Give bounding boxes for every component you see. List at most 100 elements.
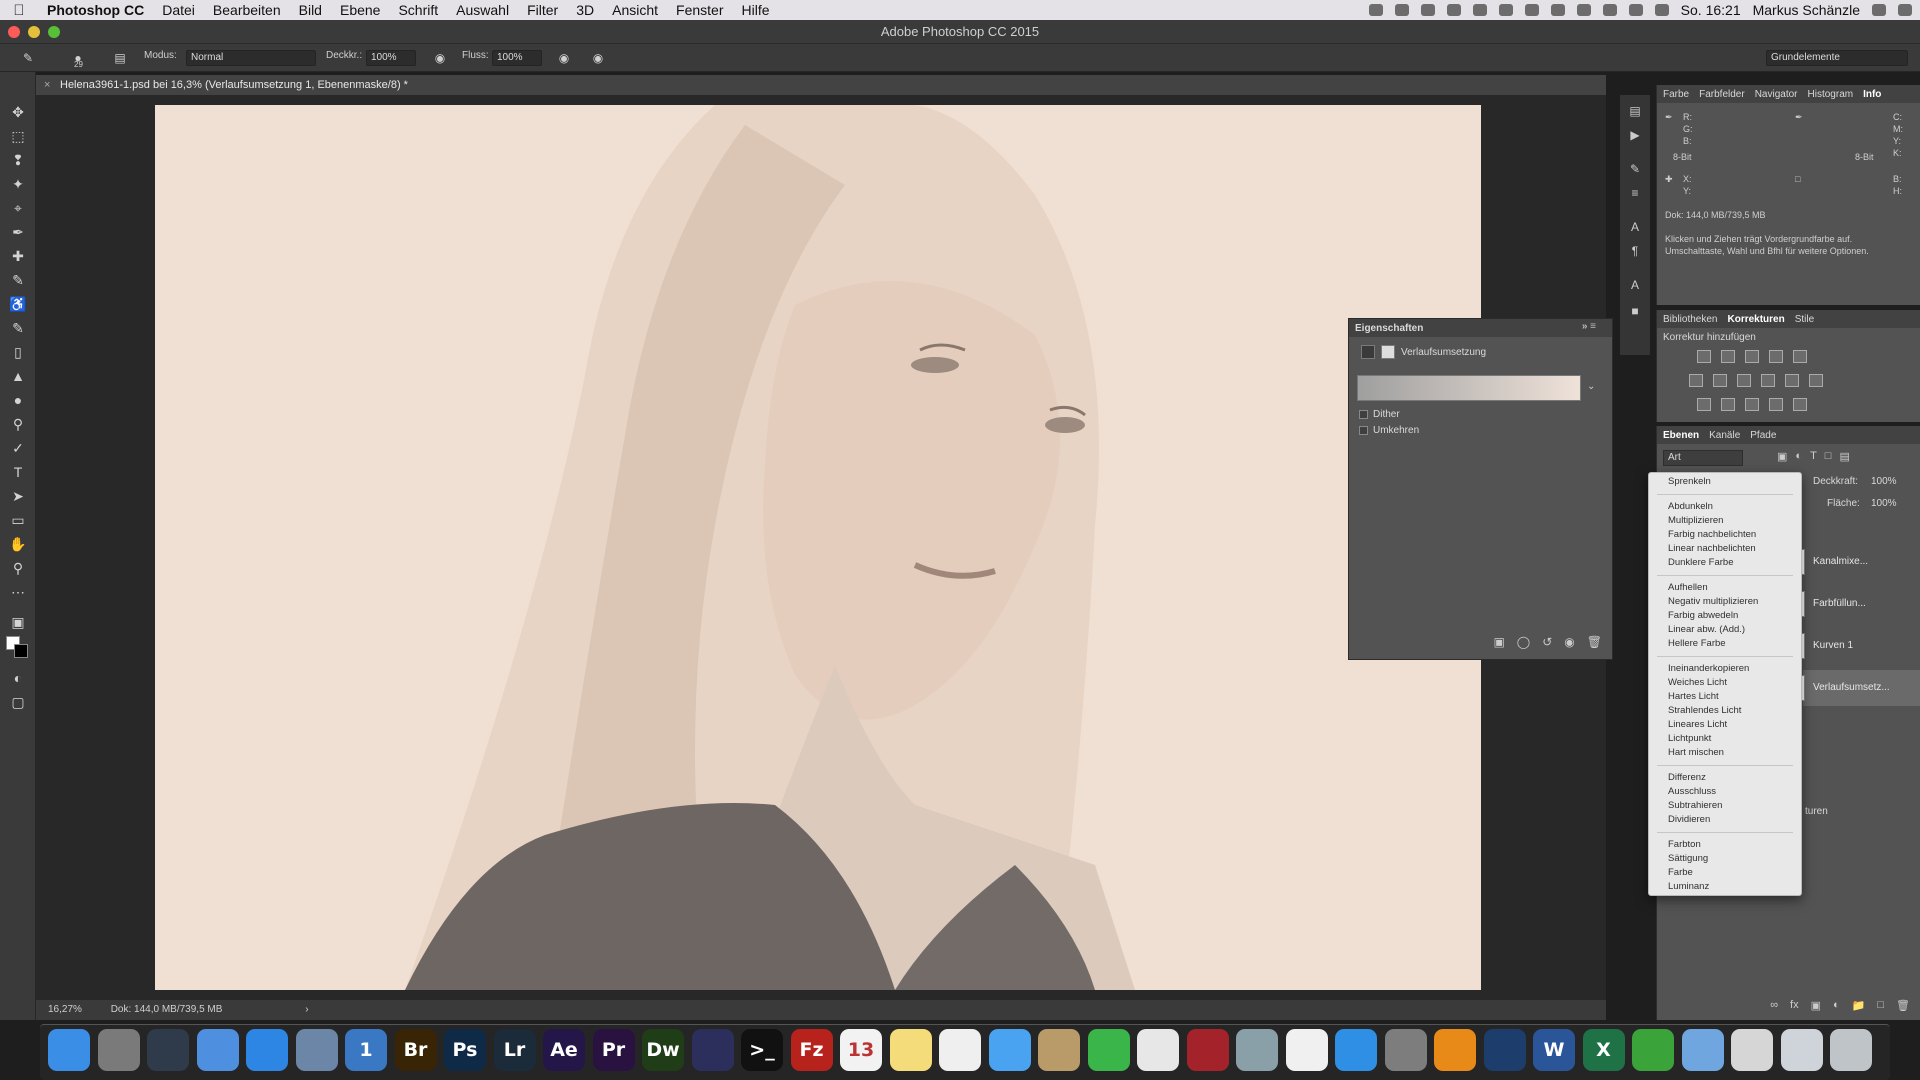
reset-icon[interactable]: ↺ bbox=[1542, 635, 1552, 649]
eraser-tool-icon[interactable]: ▯ bbox=[8, 342, 28, 362]
path-selection-tool-icon[interactable]: ➤ bbox=[8, 486, 28, 506]
vibrance-icon[interactable] bbox=[1793, 350, 1807, 363]
color-lookup-icon[interactable] bbox=[1809, 374, 1823, 387]
filter-type-icon[interactable]: T bbox=[1810, 450, 1817, 463]
excel-dock-icon[interactable]: X bbox=[1582, 1029, 1625, 1071]
time-machine-icon[interactable] bbox=[1576, 4, 1591, 16]
crop-tool-icon[interactable]: ⌖ bbox=[8, 198, 28, 218]
menu-fenster[interactable]: Fenster bbox=[667, 2, 732, 18]
collapse-panel-icon[interactable]: » ≡ bbox=[1582, 321, 1596, 332]
finder-dock-icon[interactable] bbox=[48, 1029, 90, 1071]
tab-pfade[interactable]: Pfade bbox=[1750, 430, 1776, 441]
filter-adjustment-icon[interactable]: ◐ bbox=[1795, 450, 1802, 463]
1password-dock-icon[interactable]: 1 bbox=[345, 1029, 387, 1071]
workspace-select[interactable]: Grundelemente bbox=[1766, 50, 1908, 66]
blend-mode-option[interactable]: Dunklere Farbe bbox=[1649, 556, 1801, 570]
status-menu-arrow-icon[interactable]: › bbox=[305, 1004, 308, 1015]
pressure-size-icon[interactable]: ◉ bbox=[590, 50, 606, 66]
imovie-dock-icon[interactable] bbox=[691, 1029, 734, 1071]
files-dock-icon[interactable] bbox=[196, 1029, 239, 1071]
itunes-dock-icon[interactable] bbox=[1285, 1029, 1328, 1071]
tab-histogram[interactable]: Histogram bbox=[1808, 89, 1854, 100]
applications-folder-dock-icon[interactable] bbox=[1681, 1029, 1724, 1071]
mission-control-dock-icon[interactable] bbox=[147, 1029, 189, 1071]
eyedropper-cmyk-icon[interactable]: ✒ bbox=[1795, 111, 1803, 123]
photo-booth-dock-icon[interactable] bbox=[1186, 1029, 1229, 1071]
blend-mode-option[interactable]: Sättigung bbox=[1649, 852, 1801, 866]
blend-mode-option[interactable]: Abdunkeln bbox=[1649, 500, 1801, 514]
drive-icon[interactable] bbox=[1420, 4, 1435, 16]
dither-checkbox[interactable] bbox=[1359, 410, 1368, 419]
tab-korrekturen[interactable]: Korrekturen bbox=[1727, 314, 1784, 325]
layer-opacity-field[interactable]: 100% bbox=[1871, 476, 1897, 487]
tab-kanaele[interactable]: Kanäle bbox=[1709, 430, 1740, 441]
vlc-dock-icon[interactable] bbox=[1434, 1029, 1476, 1071]
default-colors-icon[interactable]: ▣ bbox=[8, 612, 28, 632]
gradient-preview[interactable] bbox=[1357, 375, 1581, 401]
wifi-icon[interactable] bbox=[1628, 4, 1643, 16]
layer-mask-icon[interactable] bbox=[1381, 345, 1395, 359]
quick-selection-tool-icon[interactable]: ✦ bbox=[8, 174, 28, 194]
tab-stile[interactable]: Stile bbox=[1795, 314, 1814, 325]
exposure-icon[interactable] bbox=[1769, 350, 1783, 363]
menubar-clock[interactable]: So. 16:21 bbox=[1681, 2, 1741, 18]
photoshop-dock-icon[interactable]: Ps bbox=[444, 1029, 486, 1071]
eyedropper-tool-icon[interactable]: ✒ bbox=[8, 222, 28, 242]
marquee-tool-icon[interactable]: ⬚ bbox=[8, 126, 28, 146]
dropbox-icon[interactable] bbox=[1394, 4, 1409, 16]
pen-tool-icon[interactable]: ✓ bbox=[8, 438, 28, 458]
trash-dock-icon[interactable] bbox=[1830, 1029, 1872, 1071]
blend-mode-option[interactable]: Lineares Licht bbox=[1649, 718, 1801, 732]
new-adjustment-icon[interactable]: ◐ bbox=[1833, 999, 1840, 1012]
blend-mode-option[interactable]: Linear nachbelichten bbox=[1649, 542, 1801, 556]
spotlight-icon[interactable] bbox=[1872, 4, 1886, 16]
move-tool-icon[interactable]: ✥ bbox=[8, 102, 28, 122]
rectangle-tool-icon[interactable]: ▭ bbox=[8, 510, 28, 530]
premiere-dock-icon[interactable]: Pr bbox=[592, 1029, 635, 1071]
reminders-dock-icon[interactable] bbox=[939, 1029, 981, 1071]
brush-tool-icon[interactable]: ✎ bbox=[8, 270, 28, 290]
blend-mode-option[interactable]: Negativ multiplizieren bbox=[1649, 595, 1801, 609]
hand-tool-icon[interactable]: ✋ bbox=[8, 534, 28, 554]
history-panel-icon[interactable]: ▤ bbox=[1627, 103, 1643, 119]
pressure-opacity-icon[interactable]: ◉ bbox=[432, 50, 448, 66]
quicktime-dock-icon[interactable] bbox=[1483, 1029, 1526, 1071]
after-effects-dock-icon[interactable]: Ae bbox=[543, 1029, 585, 1071]
app-store-dock-icon[interactable] bbox=[1335, 1029, 1377, 1071]
blend-mode-dropdown[interactable]: Sprenkeln Abdunkeln Multiplizieren Farbig n… bbox=[1648, 472, 1802, 896]
type-tool-icon[interactable]: T bbox=[8, 462, 28, 482]
menu-filter[interactable]: Filter bbox=[518, 2, 567, 18]
tab-navigator[interactable]: Navigator bbox=[1755, 89, 1798, 100]
menu-app-name[interactable]: Photoshop CC bbox=[38, 2, 153, 18]
blend-mode-option[interactable]: Multiplizieren bbox=[1649, 514, 1801, 528]
menu-schrift[interactable]: Schrift bbox=[389, 2, 447, 18]
color-balance-icon[interactable] bbox=[1713, 374, 1727, 387]
menubar-user[interactable]: Markus Schänzle bbox=[1753, 2, 1860, 18]
blend-mode-option[interactable]: Ineinanderkopieren bbox=[1649, 662, 1801, 676]
display-icon[interactable] bbox=[1524, 4, 1539, 16]
layer-row[interactable]: Kanalmixe... bbox=[1779, 544, 1920, 580]
dreamweaver-dock-icon[interactable]: Dw bbox=[642, 1029, 684, 1071]
filter-shape-icon[interactable]: □ bbox=[1825, 450, 1832, 463]
actions-panel-icon[interactable]: ▶ bbox=[1627, 127, 1643, 143]
flow-field[interactable]: 100% bbox=[492, 50, 542, 66]
apple-menu-icon[interactable]:  bbox=[0, 2, 38, 19]
blend-mode-option[interactable]: Strahlendes Licht bbox=[1649, 704, 1801, 718]
paint-bucket-tool-icon[interactable]: ▲ bbox=[8, 366, 28, 386]
blend-mode-option[interactable]: Ausschluss bbox=[1649, 785, 1801, 799]
evernote-dock-icon[interactable] bbox=[1632, 1029, 1674, 1071]
tab-farbe[interactable]: Farbe bbox=[1663, 89, 1689, 100]
filezilla-dock-icon[interactable]: Fz bbox=[790, 1029, 833, 1071]
contacts-dock-icon[interactable] bbox=[1038, 1029, 1080, 1071]
facetime-dock-icon[interactable] bbox=[1087, 1029, 1130, 1071]
status-record-icon[interactable] bbox=[1368, 4, 1383, 16]
close-document-icon[interactable]: × bbox=[44, 75, 50, 95]
layer-filter-select[interactable]: Art bbox=[1663, 450, 1743, 466]
curves-icon[interactable] bbox=[1745, 350, 1759, 363]
menu-auswahl[interactable]: Auswahl bbox=[447, 2, 518, 18]
brushes-folder-dock-icon[interactable] bbox=[1731, 1029, 1773, 1071]
menu-ansicht[interactable]: Ansicht bbox=[603, 2, 667, 18]
menu-bild[interactable]: Bild bbox=[290, 2, 331, 18]
system-preferences-dock-icon[interactable] bbox=[1384, 1029, 1427, 1071]
blend-mode-option[interactable]: Aufhellen bbox=[1649, 581, 1801, 595]
